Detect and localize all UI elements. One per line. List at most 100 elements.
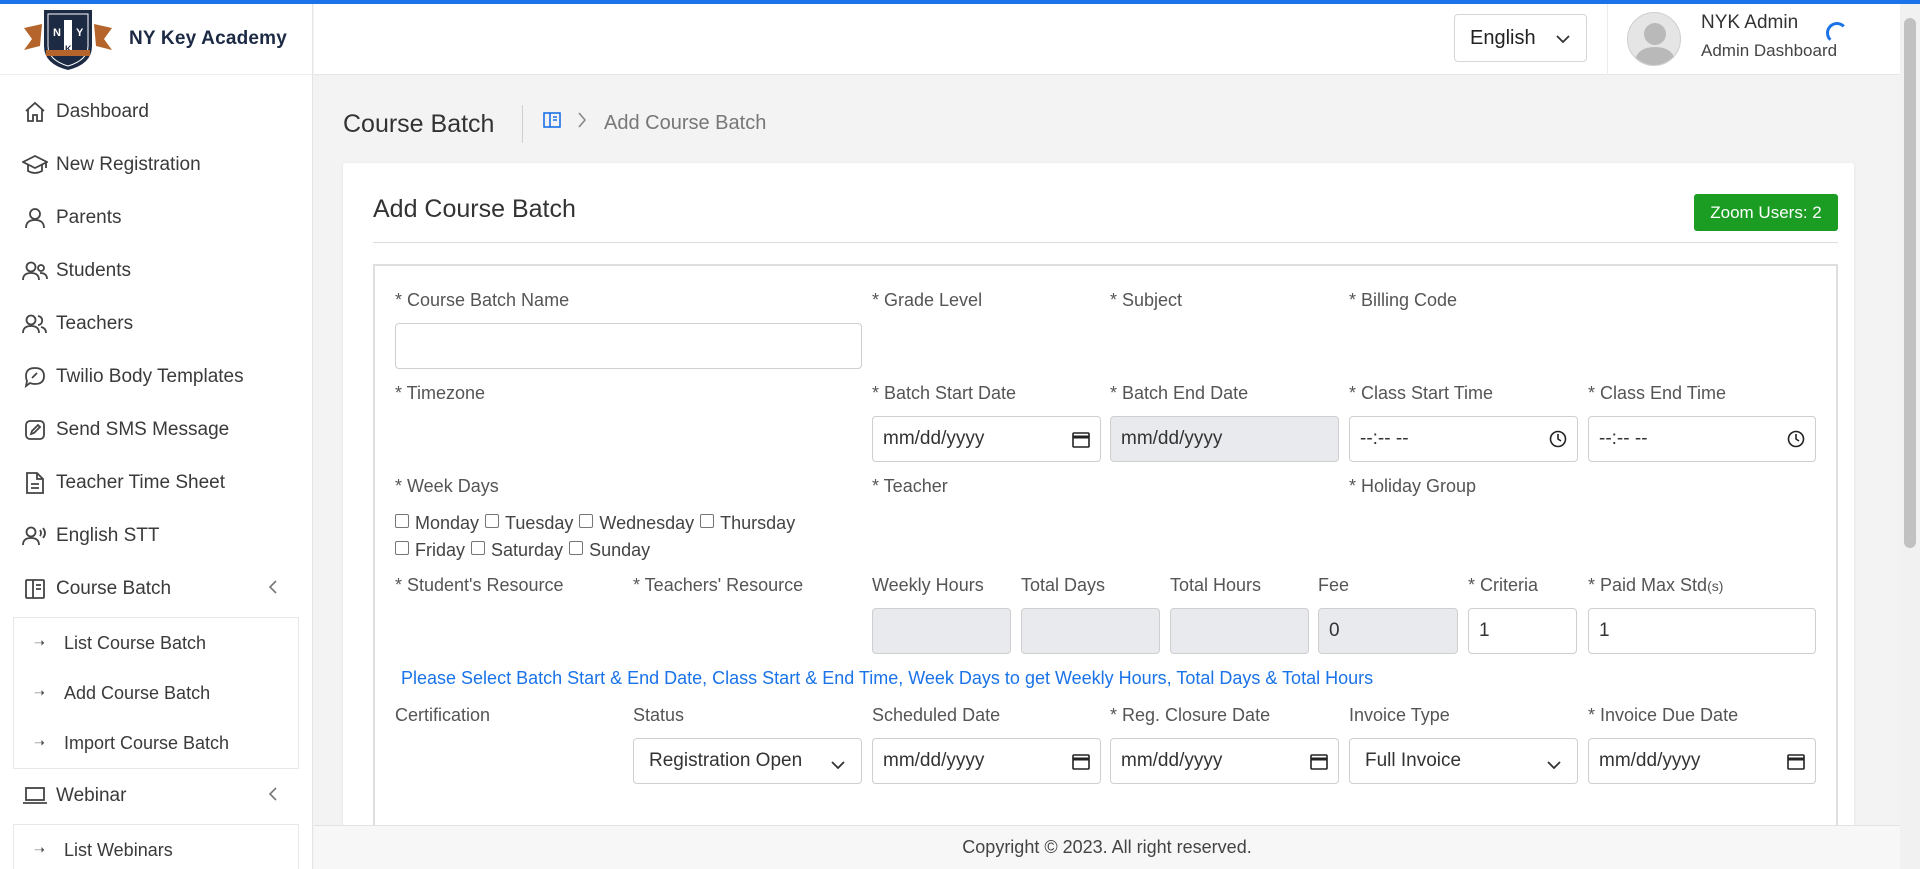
submenu-item-list-course-batch[interactable]: ➝ List Course Batch	[14, 618, 298, 668]
sidebar-item-label: Send SMS Message	[56, 418, 230, 440]
batch-start-date-input[interactable]: mm/dd/yyyy	[872, 416, 1101, 462]
voice-icon	[20, 521, 50, 551]
checkbox[interactable]	[471, 540, 486, 555]
calendar-icon[interactable]	[1787, 752, 1805, 776]
sidebar-item-students[interactable]: Students	[0, 244, 312, 297]
header-divider	[1607, 4, 1608, 75]
chat-bubble-icon	[20, 362, 50, 392]
course-batch-name-input[interactable]	[395, 323, 862, 369]
chevron-left-icon	[268, 785, 278, 807]
calculation-hint: Please Select Batch Start & End Date, Cl…	[401, 668, 1374, 688]
class-end-time-label: * Class End Time	[1588, 383, 1727, 403]
batch-start-date-label: * Batch Start Date	[872, 383, 1017, 403]
sidebar-item-dashboard[interactable]: Dashboard	[0, 85, 312, 138]
total-hours-label: Total Hours	[1170, 575, 1262, 595]
total-days-input[interactable]	[1021, 608, 1160, 654]
zoom-users-badge[interactable]: Zoom Users: 2	[1694, 194, 1838, 231]
submenu-item-add-course-batch[interactable]: ➝ Add Course Batch	[14, 668, 298, 718]
weekly-hours-input[interactable]	[872, 608, 1011, 654]
top-header: English NYK Admin Admin Dashboard	[314, 4, 1900, 75]
copyright-text: Copyright © 2023. All right reserved.	[962, 837, 1252, 857]
footer: Copyright © 2023. All right reserved.	[314, 825, 1900, 869]
calendar-icon[interactable]	[1072, 430, 1090, 454]
graduation-cap-icon	[20, 150, 50, 180]
page-scrollbar[interactable]	[1900, 4, 1920, 869]
submenu-item-label: List Webinars	[64, 839, 173, 860]
user-name[interactable]: NYK Admin	[1701, 12, 1798, 34]
sidebar-item-english-stt[interactable]: English STT	[0, 509, 312, 562]
checkbox[interactable]	[700, 513, 715, 528]
sidebar-item-teachers[interactable]: Teachers	[0, 297, 312, 350]
criteria-label: * Criteria	[1468, 575, 1539, 595]
sidebar-item-new-registration[interactable]: New Registration	[0, 138, 312, 191]
weekday-friday[interactable]: Friday	[395, 540, 465, 561]
language-select[interactable]: English	[1454, 14, 1587, 62]
batch-end-date-input[interactable]: mm/dd/yyyy	[1110, 416, 1339, 462]
scheduled-date-label: Scheduled Date	[872, 705, 1001, 725]
status-value: Registration Open	[649, 750, 803, 771]
reg-closure-date-input[interactable]: mm/dd/yyyy	[1110, 738, 1339, 784]
clock-icon[interactable]	[1549, 430, 1567, 454]
fee-input[interactable]: 0	[1318, 608, 1458, 654]
submenu-item-import-course-batch[interactable]: ➝ Import Course Batch	[14, 718, 298, 768]
date-placeholder: mm/dd/yyyy	[1121, 428, 1223, 449]
submenu-item-list-webinars[interactable]: ➝ List Webinars	[14, 825, 298, 869]
sidebar-item-webinar[interactable]: Webinar	[0, 769, 312, 822]
status-label: Status	[633, 705, 685, 725]
sidebar-item-twilio-body-templates[interactable]: Twilio Body Templates	[0, 350, 312, 403]
invoice-due-date-input[interactable]: mm/dd/yyyy	[1588, 738, 1816, 784]
book-icon	[20, 574, 50, 604]
paid-max-std-input[interactable]: 1	[1588, 608, 1816, 654]
weekday-thursday[interactable]: Thursday	[700, 513, 795, 534]
chevron-down-icon	[1547, 754, 1561, 776]
weekday-monday[interactable]: Monday	[395, 513, 479, 534]
checkbox[interactable]	[395, 540, 409, 555]
arrow-right-icon: ➝	[34, 635, 45, 650]
weekday-label: Sunday	[589, 540, 651, 560]
sidebar-item-teacher-time-sheet[interactable]: Teacher Time Sheet	[0, 456, 312, 509]
sidebar-item-label: Teacher Time Sheet	[56, 471, 225, 493]
batch-end-date-label: * Batch End Date	[1110, 383, 1249, 403]
home-icon	[20, 97, 50, 127]
scrollbar-thumb[interactable]	[1904, 18, 1916, 548]
weekday-saturday[interactable]: Saturday	[471, 540, 563, 561]
calendar-icon[interactable]	[1310, 752, 1328, 776]
sidebar-item-course-batch[interactable]: Course Batch	[0, 562, 312, 615]
checkbox[interactable]	[485, 513, 500, 528]
sidebar-item-label: New Registration	[56, 153, 201, 175]
reg-closure-date-label: * Reg. Closure Date	[1110, 705, 1271, 725]
laptop-icon	[20, 781, 50, 811]
status-select[interactable]: Registration Open	[633, 738, 862, 784]
brand[interactable]: N Y K NY Key Academy	[0, 4, 312, 75]
sidebar-item-send-sms-message[interactable]: Send SMS Message	[0, 403, 312, 456]
avatar[interactable]	[1627, 12, 1681, 66]
checkbox[interactable]	[579, 513, 594, 528]
criteria-input[interactable]: 1	[1468, 608, 1577, 654]
calendar-icon[interactable]	[1072, 752, 1090, 776]
checkbox[interactable]	[569, 540, 584, 555]
clock-icon[interactable]	[1787, 430, 1805, 454]
subject-label: * Subject	[1110, 290, 1183, 310]
weekday-sunday[interactable]: Sunday	[569, 540, 650, 561]
weekday-tuesday[interactable]: Tuesday	[485, 513, 573, 534]
weekday-label: Saturday	[491, 540, 564, 560]
arrow-right-icon: ➝	[34, 685, 45, 700]
class-start-time-input[interactable]: --:-- --	[1349, 416, 1578, 462]
scheduled-date-input[interactable]: mm/dd/yyyy	[872, 738, 1101, 784]
sidebar-item-label: Twilio Body Templates	[56, 365, 244, 387]
total-hours-input[interactable]	[1170, 608, 1309, 654]
breadcrumb-home-icon[interactable]	[543, 112, 561, 133]
class-end-time-input[interactable]: --:-- --	[1588, 416, 1816, 462]
checkbox[interactable]	[395, 513, 409, 528]
holiday-group-label: * Holiday Group	[1349, 476, 1477, 496]
sidebar-item-label: English STT	[56, 524, 160, 546]
users-icon	[20, 256, 50, 286]
course-batch-name-label: * Course Batch Name	[395, 290, 570, 310]
invoice-type-select[interactable]: Full Invoice	[1349, 738, 1578, 784]
breadcrumb-chevron-icon	[577, 112, 587, 133]
criteria-value: 1	[1479, 620, 1490, 641]
paid-max-std-label: * Paid Max Std(s)	[1588, 575, 1723, 596]
sidebar-item-parents[interactable]: Parents	[0, 191, 312, 244]
weekday-wednesday[interactable]: Wednesday	[579, 513, 694, 534]
weekday-label: Monday	[415, 513, 480, 533]
